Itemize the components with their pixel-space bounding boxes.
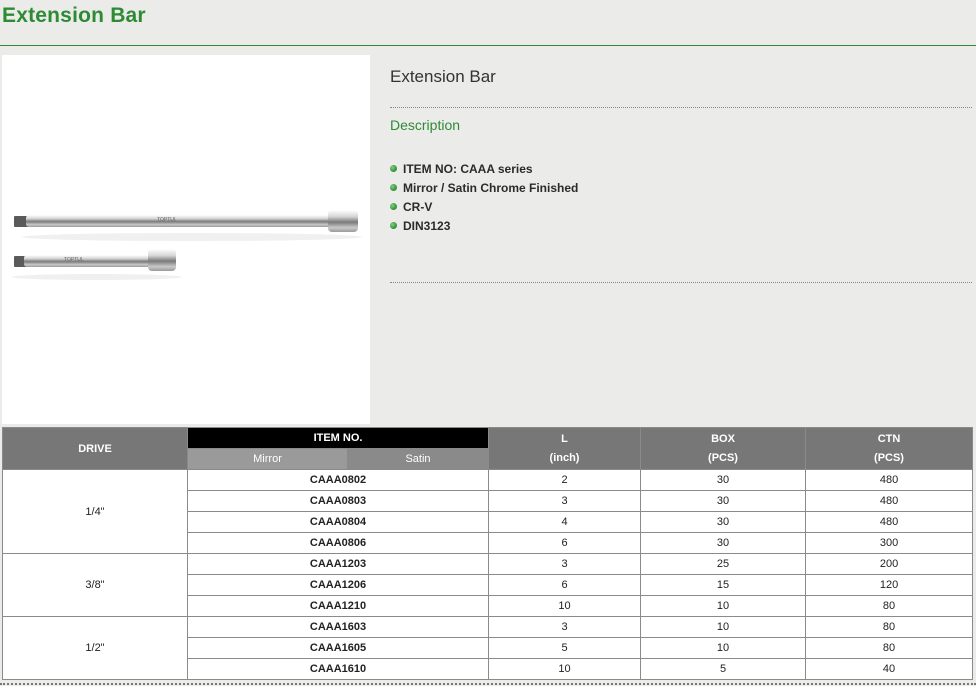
table-row: 1/4" CAAA0802 2 30 480: [2, 469, 974, 554]
bullet-icon: [390, 184, 397, 191]
box-cell: 30: [640, 532, 807, 554]
feature-list: ITEM NO: CAAA series Mirror / Satin Chro…: [390, 159, 578, 235]
length-cell: 5: [488, 637, 642, 659]
item-code-cell: CAAA1210: [186, 595, 490, 617]
header-ctn-unit: (PCS): [874, 451, 904, 464]
item-code-cell: CAAA1603: [186, 616, 490, 638]
header-box-unit: (PCS): [708, 451, 738, 464]
header-l: L (inch): [488, 427, 642, 470]
table-row: 3/8" CAAA1203 3 25 200: [2, 553, 974, 617]
header-mirror: Mirror: [187, 448, 348, 470]
length-cell: 6: [488, 574, 642, 596]
feature-item: DIN3123: [390, 216, 578, 235]
length-cell: 4: [488, 511, 642, 533]
long-bar-brand: TOPTUL: [157, 217, 177, 223]
item-code-cell: CAAA1206: [186, 574, 490, 596]
table-row: 1/2" CAAA1603 3 10 80: [2, 616, 974, 680]
header-l-unit: (inch): [549, 451, 580, 464]
bottom-divider: [0, 683, 976, 685]
box-cell: 10: [640, 637, 807, 659]
ctn-cell: 80: [805, 595, 974, 617]
length-cell: 3: [488, 553, 642, 575]
box-cell: 10: [640, 616, 807, 638]
bullet-icon: [390, 165, 397, 172]
length-cell: 10: [488, 658, 642, 680]
length-cell: 10: [488, 595, 642, 617]
extension-bar-photo: TOPTUL TOPTUL: [12, 210, 362, 280]
header-l-label: L: [561, 432, 568, 445]
ctn-cell: 40: [805, 658, 974, 680]
spec-table: DRIVE ITEM NO. L (inch) BOX (PCS) CTN (P…: [2, 427, 974, 680]
box-cell: 30: [640, 511, 807, 533]
item-code-cell: CAAA0804: [186, 511, 490, 533]
length-cell: 3: [488, 490, 642, 512]
box-cell: 15: [640, 574, 807, 596]
length-cell: 3: [488, 616, 642, 638]
ctn-cell: 200: [805, 553, 974, 575]
header-ctn-label: CTN: [877, 432, 901, 445]
ctn-cell: 480: [805, 490, 974, 512]
item-code-cell: CAAA0803: [186, 490, 490, 512]
length-cell: 6: [488, 532, 642, 554]
header-box: BOX (PCS): [640, 427, 807, 470]
drive-cell: 1/2": [2, 616, 188, 680]
ctn-cell: 80: [805, 637, 974, 659]
long-extension-bar: TOPTUL: [14, 210, 362, 241]
header-item-no: ITEM NO.: [186, 427, 490, 449]
dotted-divider: [390, 282, 972, 283]
product-name: Extension Bar: [390, 67, 496, 86]
ctn-cell: 80: [805, 616, 974, 638]
drive-cell: 1/4": [2, 469, 188, 554]
short-bar-brand: TOPTUL: [64, 257, 84, 263]
title-divider: [0, 45, 976, 46]
short-extension-bar: TOPTUL: [12, 249, 182, 280]
ctn-cell: 480: [805, 511, 974, 533]
box-cell: 25: [640, 553, 807, 575]
header-drive: DRIVE: [2, 427, 188, 470]
page-title: Extension Bar: [2, 4, 146, 27]
feature-item: Mirror / Satin Chrome Finished: [390, 178, 578, 197]
bullet-icon: [390, 222, 397, 229]
product-image: TOPTUL TOPTUL: [2, 55, 370, 424]
item-code-cell: CAAA1203: [186, 553, 490, 575]
drive-cell: 3/8": [2, 553, 188, 617]
ctn-cell: 300: [805, 532, 974, 554]
ctn-cell: 120: [805, 574, 974, 596]
header-box-label: BOX: [711, 432, 735, 445]
dotted-divider: [390, 107, 972, 108]
box-cell: 5: [640, 658, 807, 680]
header-satin: Satin: [346, 448, 490, 470]
feature-item: CR-V: [390, 197, 578, 216]
bullet-icon: [390, 203, 397, 210]
item-code-cell: CAAA1610: [186, 658, 490, 680]
item-code-cell: CAAA1605: [186, 637, 490, 659]
length-cell: 2: [488, 469, 642, 491]
box-cell: 30: [640, 469, 807, 491]
box-cell: 30: [640, 490, 807, 512]
feature-item: ITEM NO: CAAA series: [390, 159, 578, 178]
header-ctn: CTN (PCS): [805, 427, 974, 470]
description-heading: Description: [390, 117, 461, 133]
box-cell: 10: [640, 595, 807, 617]
item-code-cell: CAAA0802: [186, 469, 490, 491]
ctn-cell: 480: [805, 469, 974, 491]
item-code-cell: CAAA0806: [186, 532, 490, 554]
